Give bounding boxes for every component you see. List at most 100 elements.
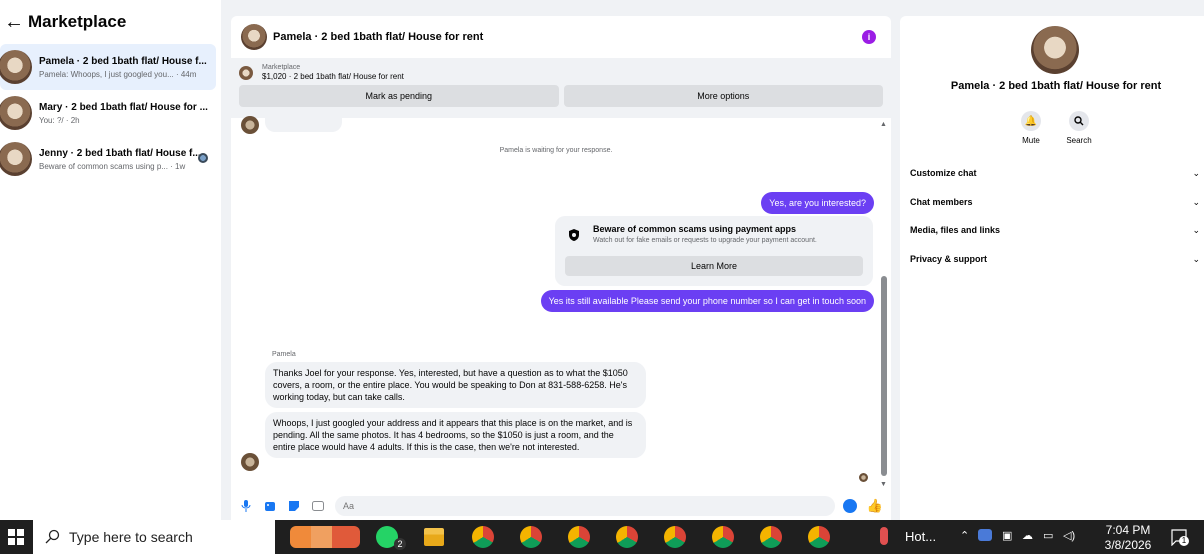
bell-icon: 🔔	[1024, 115, 1038, 127]
avatar	[0, 50, 32, 84]
search-button[interactable]: Search	[1059, 111, 1099, 145]
chat-title[interactable]: Pamela · 2 bed 1bath flat/ House for ren…	[273, 31, 483, 43]
waiting-notice: Pamela is waiting for your response.	[499, 147, 613, 154]
search-icon	[1074, 116, 1084, 126]
cloud-icon[interactable]: ☁	[1022, 529, 1033, 542]
windows-start-icon[interactable]	[0, 520, 32, 554]
chevron-down-icon: ⌄	[1192, 168, 1200, 178]
learn-more-button[interactable]: Learn More	[565, 256, 863, 276]
scroll-thumb[interactable]	[881, 276, 887, 476]
sidebar-header: ← Marketplace	[0, 0, 221, 44]
scam-warning-card: Beware of common scams using payment app…	[555, 216, 873, 286]
tray-app-icon[interactable]	[978, 529, 992, 541]
conversation-name: Mary · 2 bed 1bath flat/ House for ...	[39, 101, 208, 113]
info-icon[interactable]: i	[862, 30, 876, 44]
profile-avatar[interactable]	[1031, 26, 1079, 74]
network-icon[interactable]: ▭	[1043, 529, 1053, 542]
conversation-item-jenny[interactable]: Jenny · 2 bed 1bath flat/ House f... Bew…	[0, 136, 216, 182]
taskbar-search-placeholder: Type here to search	[69, 529, 193, 545]
outgoing-message[interactable]: Yes its still available Please send your…	[540, 290, 874, 312]
scam-warning-title: Beware of common scams using payment app…	[593, 224, 797, 234]
chrome-icon[interactable]	[568, 526, 590, 548]
scroll-down-icon[interactable]: ▼	[880, 481, 887, 488]
scam-warning-subtitle: Watch out for fake emails or requests to…	[593, 237, 817, 244]
chrome-icon[interactable]	[664, 526, 686, 548]
sidebar-title: Marketplace	[28, 12, 127, 31]
media-files-links-item[interactable]: Media, files and links ⌄	[910, 225, 1200, 236]
photo-icon[interactable]	[263, 499, 277, 513]
volume-icon[interactable]: ◁)	[1063, 529, 1075, 542]
info-title: Pamela · 2 bed 1bath flat/ House for ren…	[950, 80, 1162, 92]
incoming-message[interactable]: Thanks Joel for your response. Yes, inte…	[265, 362, 646, 408]
thermometer-icon[interactable]	[880, 527, 888, 545]
scrollbar[interactable]: ▲ ▼	[880, 121, 887, 491]
incoming-message[interactable]: Whoops, I just googled your address and …	[265, 412, 646, 458]
privacy-support-item[interactable]: Privacy & support ⌄	[910, 254, 1200, 265]
outgoing-message[interactable]: Yes, are you interested?	[761, 192, 874, 214]
chevron-up-icon[interactable]: ⌃	[960, 529, 969, 542]
gif-icon[interactable]	[311, 499, 325, 513]
marketplace-listing-card: Marketplace $1,020 · 2 bed 1bath flat/ H…	[231, 58, 891, 118]
conversation-name: Jenny · 2 bed 1bath flat/ House f...	[39, 147, 201, 159]
chrome-icon[interactable]	[712, 526, 734, 548]
shield-icon	[569, 229, 579, 241]
mute-button[interactable]: 🔔 Mute	[1011, 111, 1051, 145]
taskbar-search-box[interactable]: Type here to search	[33, 520, 275, 554]
chrome-icon[interactable]	[472, 526, 494, 548]
whatsapp-badge: 2	[394, 538, 406, 550]
scroll-up-icon[interactable]: ▲	[880, 121, 887, 128]
file-explorer-icon[interactable]	[424, 528, 444, 546]
seen-avatar	[859, 473, 868, 482]
chat-info-panel: Pamela · 2 bed 1bath flat/ House for ren…	[900, 16, 1204, 520]
avatar	[0, 96, 32, 130]
mark-as-pending-button[interactable]: Mark as pending	[239, 85, 559, 107]
people-illustration-icon[interactable]	[290, 526, 360, 548]
conversation-preview: You: ?/ · 2h	[39, 115, 80, 125]
message-input[interactable]	[335, 496, 835, 516]
microphone-icon[interactable]	[239, 499, 253, 513]
marketplace-label: Marketplace	[262, 64, 301, 71]
mute-label: Mute	[1022, 136, 1040, 145]
back-arrow-icon[interactable]: ←	[4, 11, 24, 34]
conversation-preview: Pamela: Whoops, I just googled you... · …	[39, 69, 197, 79]
more-options-button[interactable]: More options	[563, 85, 883, 107]
meet-now-icon[interactable]: ▣	[1002, 529, 1012, 542]
search-label: Search	[1066, 136, 1092, 145]
sticker-icon[interactable]	[287, 499, 301, 513]
previous-message-bubble	[265, 118, 342, 132]
chat-avatar[interactable]	[241, 24, 267, 50]
avatar	[0, 142, 32, 176]
chat-header: Pamela · 2 bed 1bath flat/ House for ren…	[231, 16, 891, 58]
notification-count: 1	[1179, 536, 1189, 546]
chat-panel: Pamela · 2 bed 1bath flat/ House for ren…	[231, 16, 891, 520]
customize-chat-item[interactable]: Customize chat ⌄	[910, 168, 1200, 179]
conversation-item-mary[interactable]: Mary · 2 bed 1bath flat/ House for ... Y…	[0, 90, 216, 136]
chrome-icon[interactable]	[616, 526, 638, 548]
sender-name: Pamela	[272, 351, 296, 358]
sender-avatar	[241, 453, 259, 471]
search-icon	[45, 529, 60, 544]
weather-text[interactable]: Hot...	[905, 529, 936, 544]
emoji-icon[interactable]	[843, 499, 857, 513]
clock-time: 7:04 PM	[1105, 523, 1151, 537]
thumbs-up-icon[interactable]: 👍	[867, 498, 883, 514]
chat-members-item[interactable]: Chat members ⌄	[910, 197, 1200, 208]
message-list: Pamela is waiting for your response. Yes…	[231, 116, 891, 488]
clock-date: 3/8/2026	[1104, 538, 1152, 552]
seen-avatar	[198, 153, 208, 163]
notification-icon[interactable]: 1	[1170, 528, 1189, 547]
chrome-icon[interactable]	[520, 526, 542, 548]
conversation-preview: Beware of common scams using p... · 1w	[39, 161, 186, 171]
windows-taskbar: Type here to search 2 Hot... ⌃ ▣ ☁ ▭ ◁) …	[0, 520, 1204, 554]
chevron-down-icon: ⌄	[1192, 197, 1200, 207]
chrome-icon[interactable]	[808, 526, 830, 548]
chevron-down-icon: ⌄	[1192, 254, 1200, 264]
system-clock[interactable]: 7:04 PM 3/8/2026	[1100, 523, 1156, 553]
conversation-sidebar: ← Marketplace Pamela · 2 bed 1bath flat/…	[0, 0, 221, 520]
listing-price-title[interactable]: $1,020 · 2 bed 1bath flat/ House for ren…	[262, 72, 404, 81]
chrome-icon[interactable]	[760, 526, 782, 548]
sender-avatar	[241, 116, 259, 134]
conversation-item-pamela[interactable]: Pamela · 2 bed 1bath flat/ House f... Pa…	[0, 44, 216, 90]
message-composer: 👍	[231, 492, 891, 520]
listing-thumbnail	[239, 65, 253, 80]
